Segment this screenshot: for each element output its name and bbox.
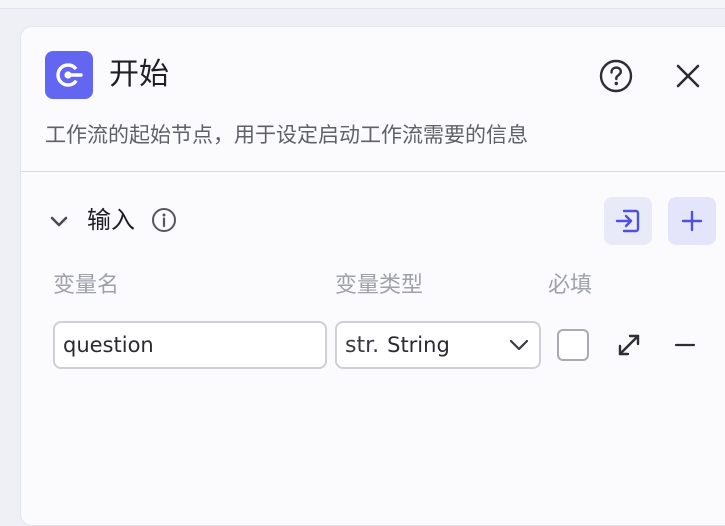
help-circle-icon: [599, 59, 633, 93]
node-title: 开始: [109, 57, 169, 92]
add-variable-button[interactable]: [668, 197, 716, 245]
column-header-required: 必填: [548, 273, 593, 298]
collapse-toggle[interactable]: [45, 207, 73, 235]
close-button[interactable]: [671, 59, 705, 93]
column-header-type: 变量类型: [335, 273, 424, 298]
chevron-down-icon: [50, 216, 68, 227]
close-icon: [676, 64, 700, 88]
import-icon: [615, 209, 640, 233]
import-button[interactable]: [604, 197, 652, 245]
required-checkbox[interactable]: [557, 329, 589, 361]
type-value: String: [387, 333, 450, 357]
chevron-down-icon: [507, 333, 531, 357]
expand-icon: [618, 334, 640, 356]
header-divider: [21, 171, 725, 172]
minus-icon: [674, 343, 696, 347]
info-icon[interactable]: [151, 207, 177, 233]
type-prefix: str.: [345, 332, 380, 358]
expand-button[interactable]: [613, 329, 645, 361]
start-node-panel: 开始 工作流的起始节点，用于设定启动工作流需要的信息 输入 变量名 变量类型 必…: [20, 26, 725, 526]
start-node-icon: [45, 51, 93, 99]
top-strip: [0, 0, 725, 9]
remove-variable-button[interactable]: [669, 329, 701, 361]
node-description: 工作流的起始节点，用于设定启动工作流需要的信息: [45, 123, 528, 147]
variable-type-select[interactable]: str. String: [335, 321, 541, 369]
plus-icon: [681, 210, 703, 232]
column-header-name: 变量名: [53, 273, 120, 298]
inputs-section-title: 输入: [87, 206, 135, 234]
variable-name-input[interactable]: [53, 321, 327, 369]
help-button[interactable]: [599, 59, 633, 93]
